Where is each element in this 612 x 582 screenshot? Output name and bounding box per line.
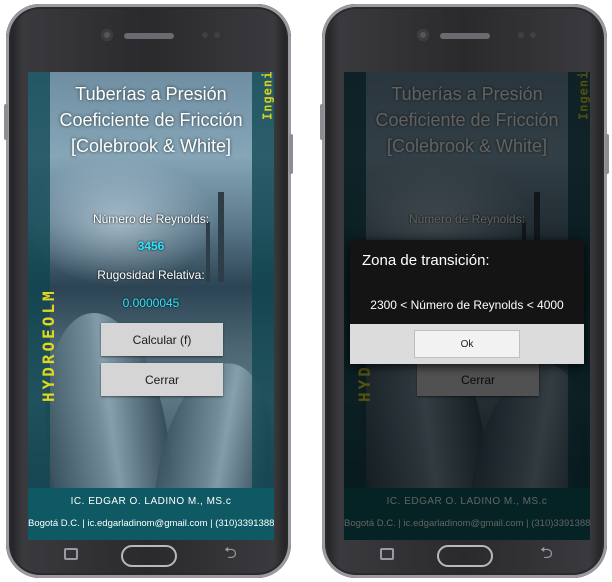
app-screen: HYDROEOLM Ingeniería Hidráulica Tuberías…: [28, 72, 274, 540]
volume-button: [320, 104, 324, 140]
roughness-label: Rugosidad Relativa:: [97, 268, 205, 282]
footer: IC. EDGAR O. LADINO M., MS.c Bogotá D.C.…: [28, 488, 274, 540]
sensor-icon: [530, 32, 536, 38]
power-button: [289, 134, 293, 174]
ok-button[interactable]: Ok: [414, 330, 520, 358]
recent-apps-icon[interactable]: [64, 548, 78, 560]
earpiece-speaker: [440, 33, 490, 39]
back-icon[interactable]: ⮌: [224, 545, 237, 561]
home-button[interactable]: [121, 545, 177, 567]
right-brand-band: [252, 72, 274, 488]
volume-button: [4, 104, 8, 140]
reynolds-label: Número de Reynolds:: [92, 212, 210, 226]
app-title-line-2: Coeficiente de Fricción: [59, 110, 243, 130]
sensor-icon: [214, 32, 220, 38]
sensor-icon: [518, 32, 524, 38]
earpiece-speaker: [124, 33, 174, 39]
reynolds-value[interactable]: 3456: [50, 239, 252, 253]
dialog-message: 2300 < Número de Reynolds < 4000: [370, 298, 564, 312]
dialog-title: Zona de transición:: [362, 252, 490, 269]
front-camera-icon: [417, 29, 429, 41]
author-credit: IC. EDGAR O. LADINO M., MS.c: [70, 496, 232, 507]
close-button[interactable]: Cerrar: [101, 363, 223, 396]
calculate-button[interactable]: Calcular (f): [101, 323, 223, 356]
app-title-line-1: Tuberías a Presión: [75, 84, 227, 104]
transition-zone-dialog: Zona de transición: 2300 < Número de Rey…: [350, 240, 584, 364]
home-button[interactable]: [437, 545, 493, 567]
front-camera-icon: [101, 29, 113, 41]
left-brand-band: [28, 72, 50, 488]
recent-apps-icon[interactable]: [380, 548, 394, 560]
roughness-value[interactable]: 0.0000045: [50, 296, 252, 310]
back-icon[interactable]: ⮌: [540, 545, 553, 561]
dialog-button-bar: Ok: [350, 324, 584, 364]
power-button: [605, 134, 609, 174]
sensor-icon: [202, 32, 208, 38]
app-screen: HYDROEOLM Ingeniería Hidráulica Tuberías…: [344, 72, 590, 540]
phone-left: HYDROEOLM Ingeniería Hidráulica Tuberías…: [4, 4, 293, 578]
app-title-line-3: [Colebrook & White]: [70, 136, 232, 156]
contact-info: Bogotá D.C. | ic.edgarladinom@gmail.com …: [28, 518, 274, 529]
phone-right: HYDROEOLM Ingeniería Hidráulica Tuberías…: [320, 4, 609, 578]
side-vertical-text: Ingeniería Hidráulica: [261, 72, 274, 120]
